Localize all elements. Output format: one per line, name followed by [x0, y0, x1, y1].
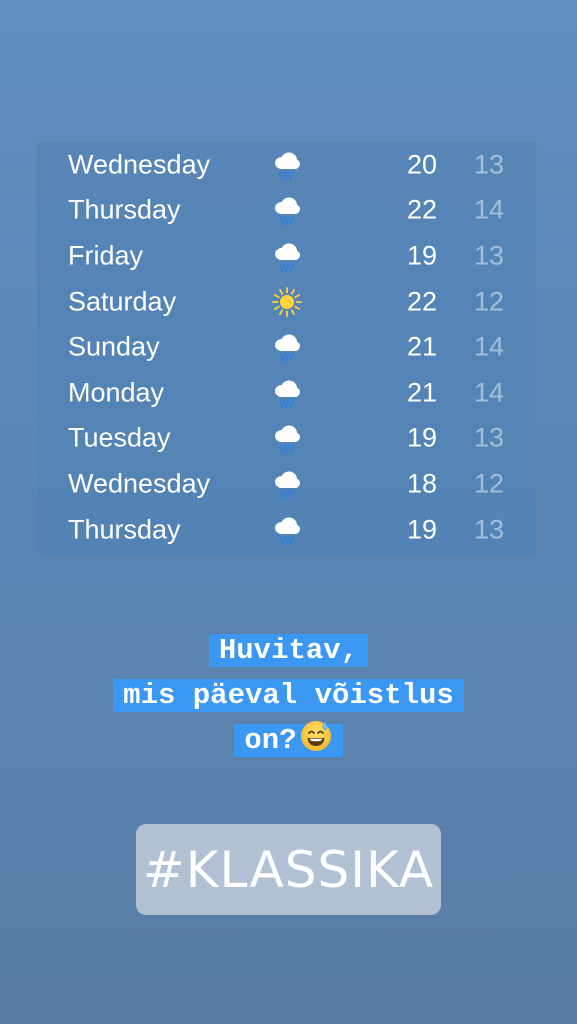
rain-cloud-icon — [275, 471, 300, 500]
low-temp: 13 — [473, 149, 504, 180]
forecast-row: Wednesday 18 12 — [36, 461, 537, 507]
caption-line-text: on? — [244, 724, 297, 757]
forecast-row: Thursday 19 13 — [36, 507, 537, 553]
story-caption: Huvitav, mis päeval võistlus on? — [0, 628, 577, 763]
high-temp: 21 — [406, 377, 437, 408]
day-name: Wednesday — [68, 468, 211, 499]
caption-line: Huvitav, — [208, 634, 369, 667]
rain-cloud-icon — [275, 517, 300, 545]
forecast-row: Wednesday 20 13 — [36, 142, 537, 188]
high-temp: 22 — [406, 194, 437, 225]
high-temp: 21 — [406, 331, 437, 362]
forecast-row: Saturday 22 12 — [36, 279, 537, 325]
low-temp: 13 — [473, 240, 504, 271]
low-temp: 12 — [473, 468, 504, 499]
high-temp: 20 — [406, 149, 437, 180]
hashtag-sticker[interactable]: #KLASSIKA — [136, 824, 441, 915]
high-temp: 22 — [406, 286, 437, 317]
low-temp: 14 — [473, 377, 504, 408]
day-name: Wednesday — [68, 149, 211, 180]
caption-line-last: on? — [234, 721, 343, 757]
forecast-row: Tuesday 19 13 — [36, 416, 537, 462]
day-name: Monday — [68, 377, 165, 408]
day-name: Friday — [68, 240, 144, 271]
grinning-face-with-sweat-icon — [300, 721, 331, 751]
day-name: Sunday — [68, 331, 160, 362]
rain-cloud-icon — [275, 425, 300, 454]
weather-forecast-list: Wednesday 20 13 Thursday 22 14 Friday 19… — [36, 142, 537, 556]
forecast-row: Sunday 21 14 — [36, 324, 537, 370]
day-name: Tuesday — [68, 422, 171, 453]
rain-cloud-icon — [275, 334, 300, 363]
forecast-row: Thursday 22 14 — [36, 188, 537, 234]
high-temp: 19 — [406, 514, 437, 545]
low-temp: 12 — [473, 286, 504, 317]
caption-line: mis päeval võistlus — [113, 679, 464, 712]
high-temp: 19 — [406, 240, 437, 271]
forecast-row: Monday 21 14 — [36, 370, 537, 416]
low-temp: 13 — [473, 514, 504, 545]
low-temp: 14 — [473, 331, 504, 362]
rain-cloud-icon — [275, 152, 300, 181]
day-name: Saturday — [68, 286, 177, 317]
rain-cloud-icon — [275, 380, 300, 409]
day-name: Thursday — [68, 514, 181, 545]
rain-cloud-icon — [275, 197, 300, 226]
day-name: Thursday — [68, 194, 181, 225]
high-temp: 18 — [406, 468, 437, 499]
high-temp: 19 — [406, 422, 437, 453]
sun-icon — [272, 286, 302, 317]
low-temp: 13 — [473, 422, 504, 453]
low-temp: 14 — [473, 194, 504, 225]
forecast-row: Friday 19 13 — [36, 233, 537, 279]
hashtag-text: #KLASSIKA — [142, 840, 435, 899]
rain-cloud-icon — [275, 243, 300, 272]
